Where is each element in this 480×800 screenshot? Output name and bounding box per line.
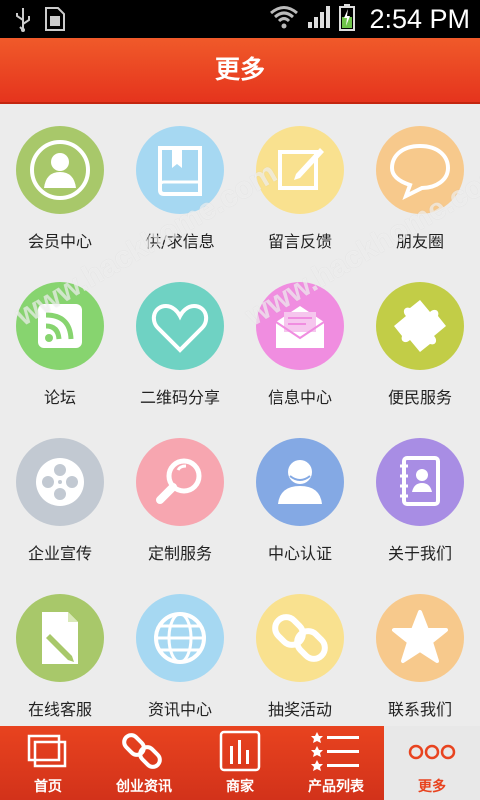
grid-item-member-center[interactable]: 会员中心 [0,104,120,260]
grid-item-label: 定制服务 [147,544,212,563]
mail-icon [256,282,344,370]
grid-item-supply-demand[interactable]: 供/求信息 [120,104,240,260]
usb-icon [14,6,32,36]
nav-startup-news[interactable]: 创业资讯 [96,726,192,800]
link-icon [256,594,344,682]
member-icon [16,126,104,214]
signal-icon [307,4,331,34]
grid-item-label: 在线客服 [27,700,92,719]
grid-item-contact-us[interactable]: 联系我们 [360,572,480,728]
grid-item-label: 资讯中心 [147,700,212,719]
grid-item-friends-circle[interactable]: 朋友圈 [360,104,480,260]
grid-item-label: 会员中心 [27,232,92,251]
document-edit-icon [16,594,104,682]
nav-more[interactable]: 更多 [384,726,480,800]
magnifier-icon [136,438,224,526]
bar-chart-icon [215,730,265,774]
grid-item-corporate-promo[interactable]: 企业宣传 [0,416,120,572]
grid-item-convenience-service[interactable]: 便民服务 [360,260,480,416]
nav-merchants[interactable]: 商家 [192,726,288,800]
grid-item-label: 关于我们 [387,544,452,563]
grid-item-label: 中心认证 [267,544,332,563]
grid-item-label: 二维码分享 [139,388,220,407]
grid-item-lottery[interactable]: 抽奖活动 [240,572,360,728]
grid-item-label: 供/求信息 [145,232,215,251]
nav-label: 更多 [418,779,446,795]
nav-label: 产品列表 [308,779,364,795]
nav-label: 首页 [34,779,62,795]
clock: 2:54 PM [369,3,470,34]
grid-item-certification[interactable]: 中心认证 [240,416,360,572]
grid-item-label: 留言反馈 [267,232,332,251]
grid-item-label: 联系我们 [387,700,452,719]
grid-item-label: 便民服务 [387,388,452,407]
grid-item-label: 企业宣传 [27,544,92,563]
film-reel-icon [16,438,104,526]
grid-item-label: 抽奖活动 [267,700,332,719]
nav-label: 创业资讯 [116,779,172,795]
feature-grid: 会员中心 供/求信息 留言反馈 朋友圈 论坛 二维码分享 信息中心 便民服务 企… [0,104,480,726]
grid-item-custom-service[interactable]: 定制服务 [120,416,240,572]
user-icon [256,438,344,526]
status-bar: 2:54 PM [0,0,480,38]
grid-item-feedback[interactable]: 留言反馈 [240,104,360,260]
bottom-nav: 首页 创业资讯 商家 产品列表 更多 [0,726,480,800]
grid-item-label: 朋友圈 [395,232,444,251]
edit-icon [256,126,344,214]
grid-item-about-us[interactable]: 关于我们 [360,416,480,572]
wifi-icon [269,4,299,34]
grid-item-forum[interactable]: 论坛 [0,260,120,416]
book-icon [136,126,224,214]
rss-icon [16,282,104,370]
grid-item-message-center[interactable]: 信息中心 [240,260,360,416]
home-window-icon [23,730,73,774]
sim-icon [44,6,66,36]
chat-bubble-icon [376,126,464,214]
more-dots-icon [407,730,457,774]
nav-product-list[interactable]: 产品列表 [288,726,384,800]
grid-item-label: 信息中心 [267,388,332,407]
grid-item-news-center[interactable]: 资讯中心 [120,572,240,728]
nav-label: 商家 [226,779,254,795]
grid-item-online-support[interactable]: 在线客服 [0,572,120,728]
app-header: 更多 [0,38,480,104]
nav-home[interactable]: 首页 [0,726,96,800]
heart-icon [136,282,224,370]
chain-icon [119,730,169,774]
puzzle-icon [376,282,464,370]
battery-charging-icon [339,3,356,35]
list-icon [311,730,361,774]
star-icon [376,594,464,682]
contacts-icon [376,438,464,526]
grid-item-qr-share[interactable]: 二维码分享 [120,260,240,416]
page-title: 更多 [214,55,265,84]
globe-icon [136,594,224,682]
grid-item-label: 论坛 [43,388,76,407]
